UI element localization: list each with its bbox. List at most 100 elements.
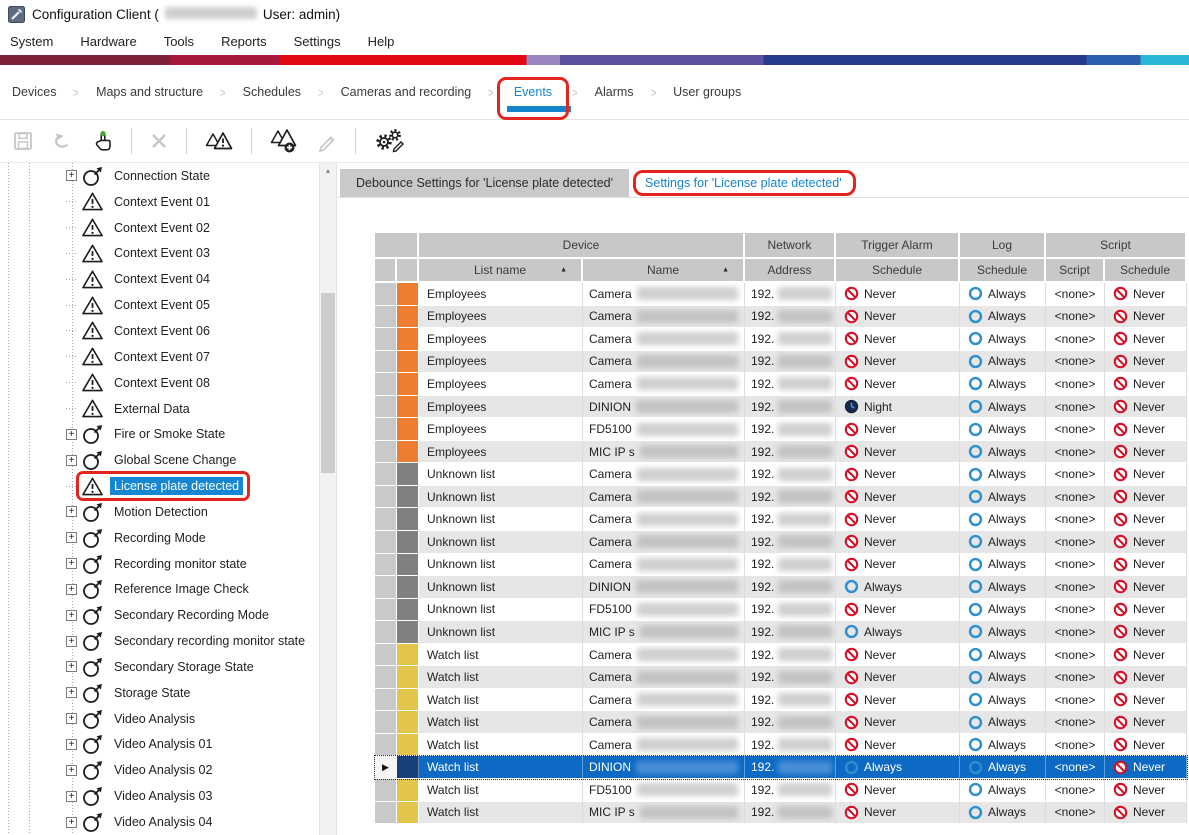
cell-log-schedule[interactable]: Always — [960, 531, 1046, 554]
tree-item-context-event-08[interactable]: Context Event 08 — [0, 370, 336, 396]
cell-script-schedule[interactable]: Never — [1105, 306, 1187, 329]
expand-plus-icon[interactable]: + — [66, 739, 77, 750]
nav-page-cameras-and-recording[interactable]: Cameras and recording — [341, 85, 472, 99]
cell-script[interactable]: <none> — [1046, 373, 1105, 396]
cell-script[interactable]: <none> — [1046, 463, 1105, 486]
cell-list-name[interactable]: Watch list — [419, 711, 583, 734]
cell-device-name[interactable]: FD5100 — [583, 418, 745, 441]
cell-script-schedule[interactable]: Never — [1105, 283, 1187, 306]
cell-list-name[interactable]: Unknown list — [419, 576, 583, 599]
cell-script-schedule[interactable]: Never — [1105, 734, 1187, 757]
expand-plus-icon[interactable]: + — [66, 713, 77, 724]
expand-plus-icon[interactable]: + — [66, 765, 77, 776]
cell-list-name[interactable]: Employees — [419, 283, 583, 306]
cell-trigger-alarm-schedule[interactable]: Never — [836, 666, 960, 689]
cell-trigger-alarm-schedule[interactable]: Never — [836, 531, 960, 554]
cell-trigger-alarm-schedule[interactable]: Never — [836, 711, 960, 734]
tree-item-context-event-02[interactable]: Context Event 02 — [0, 215, 336, 241]
tree-item-fire-or-smoke-state[interactable]: +Fire or Smoke State — [0, 421, 336, 447]
cell-script[interactable]: <none> — [1046, 396, 1105, 419]
cell-ip-address[interactable]: 192. — [745, 666, 836, 689]
table-row[interactable]: Unknown listCamera192.NeverAlways<none>N… — [375, 463, 1187, 486]
cell-log-schedule[interactable]: Always — [960, 711, 1046, 734]
cell-trigger-alarm-schedule[interactable]: Always — [836, 576, 960, 599]
cell-ip-address[interactable]: 192. — [745, 779, 836, 802]
cell-log-schedule[interactable]: Always — [960, 666, 1046, 689]
cell-log-schedule[interactable]: Always — [960, 779, 1046, 802]
tree-item-context-event-07[interactable]: Context Event 07 — [0, 344, 336, 370]
table-row[interactable]: EmployeesCamera192.NeverAlways<none>Neve… — [375, 306, 1187, 329]
expand-plus-icon[interactable]: + — [66, 584, 77, 595]
table-row[interactable]: EmployeesFD5100192.NeverAlways<none>Neve… — [375, 418, 1187, 441]
cell-script-schedule[interactable]: Never — [1105, 666, 1187, 689]
tree-item-storage-state[interactable]: +Storage State — [0, 680, 336, 706]
cell-script[interactable]: <none> — [1046, 666, 1105, 689]
nav-page-user-groups[interactable]: User groups — [673, 85, 741, 99]
cell-ip-address[interactable]: 192. — [745, 418, 836, 441]
cell-script[interactable]: <none> — [1046, 554, 1105, 577]
cell-ip-address[interactable]: 192. — [745, 554, 836, 577]
cell-device-name[interactable]: Camera — [583, 328, 745, 351]
cell-ip-address[interactable]: 192. — [745, 756, 836, 779]
cell-script[interactable]: <none> — [1046, 689, 1105, 712]
tree-item-recording-mode[interactable]: +Recording Mode — [0, 525, 336, 551]
cell-ip-address[interactable]: 192. — [745, 644, 836, 667]
cell-trigger-alarm-schedule[interactable]: Never — [836, 599, 960, 622]
cell-script-schedule[interactable]: Never — [1105, 621, 1187, 644]
nav-page-events[interactable]: Events — [511, 85, 555, 99]
cell-script-schedule[interactable]: Never — [1105, 756, 1187, 779]
cell-device-name[interactable]: Camera — [583, 283, 745, 306]
cell-trigger-alarm-schedule[interactable]: Never — [836, 463, 960, 486]
cell-trigger-alarm-schedule[interactable]: Never — [836, 306, 960, 329]
cell-ip-address[interactable]: 192. — [745, 599, 836, 622]
cell-list-name[interactable]: Employees — [419, 351, 583, 374]
nav-page-maps-and-structure[interactable]: Maps and structure — [96, 85, 203, 99]
cell-trigger-alarm-schedule[interactable]: Never — [836, 779, 960, 802]
cell-trigger-alarm-schedule[interactable]: Never — [836, 689, 960, 712]
cell-device-name[interactable]: FD5100 — [583, 779, 745, 802]
cell-list-name[interactable]: Unknown list — [419, 599, 583, 622]
cell-script[interactable]: <none> — [1046, 644, 1105, 667]
tree-item-video-analysis-02[interactable]: +Video Analysis 02 — [0, 757, 336, 783]
cell-log-schedule[interactable]: Always — [960, 554, 1046, 577]
cell-ip-address[interactable]: 192. — [745, 711, 836, 734]
cell-device-name[interactable]: MIC IP s — [583, 802, 745, 825]
cell-script[interactable]: <none> — [1046, 734, 1105, 757]
cell-ip-address[interactable]: 192. — [745, 351, 836, 374]
cell-device-name[interactable]: Camera — [583, 554, 745, 577]
tree-item-context-event-06[interactable]: Context Event 06 — [0, 318, 336, 344]
delete-icon[interactable] — [149, 131, 169, 151]
cell-list-name[interactable]: Unknown list — [419, 621, 583, 644]
cell-list-name[interactable]: Unknown list — [419, 463, 583, 486]
cell-log-schedule[interactable]: Always — [960, 373, 1046, 396]
cell-device-name[interactable]: Camera — [583, 689, 745, 712]
tree-item-secondary-recording-mode[interactable]: +Secondary Recording Mode — [0, 602, 336, 628]
tree-item-license-plate-detected[interactable]: License plate detected — [0, 473, 336, 499]
cell-trigger-alarm-schedule[interactable]: Always — [836, 756, 960, 779]
cell-device-name[interactable]: Camera — [583, 734, 745, 757]
cell-script[interactable]: <none> — [1046, 508, 1105, 531]
cell-script[interactable]: <none> — [1046, 328, 1105, 351]
cell-script-schedule[interactable]: Never — [1105, 396, 1187, 419]
cell-trigger-alarm-schedule[interactable]: Never — [836, 508, 960, 531]
cell-script[interactable]: <none> — [1046, 486, 1105, 509]
expand-plus-icon[interactable]: + — [66, 429, 77, 440]
cell-ip-address[interactable]: 192. — [745, 283, 836, 306]
cell-script-schedule[interactable]: Never — [1105, 463, 1187, 486]
cell-script-schedule[interactable]: Never — [1105, 418, 1187, 441]
nav-page-schedules[interactable]: Schedules — [243, 85, 301, 99]
column-header-address[interactable]: Address — [745, 259, 836, 283]
table-row[interactable]: Unknown listCamera192.NeverAlways<none>N… — [375, 554, 1187, 577]
cell-ip-address[interactable]: 192. — [745, 576, 836, 599]
cell-script[interactable]: <none> — [1046, 441, 1105, 464]
table-row[interactable]: ▶Watch listDINION192.AlwaysAlways<none>N… — [375, 756, 1187, 779]
cell-list-name[interactable]: Employees — [419, 418, 583, 441]
cell-trigger-alarm-schedule[interactable]: Never — [836, 441, 960, 464]
cell-device-name[interactable]: Camera — [583, 508, 745, 531]
cell-device-name[interactable]: Camera — [583, 463, 745, 486]
cell-script-schedule[interactable]: Never — [1105, 373, 1187, 396]
cell-script-schedule[interactable]: Never — [1105, 508, 1187, 531]
cell-ip-address[interactable]: 192. — [745, 531, 836, 554]
cell-script[interactable]: <none> — [1046, 576, 1105, 599]
cell-log-schedule[interactable]: Always — [960, 689, 1046, 712]
